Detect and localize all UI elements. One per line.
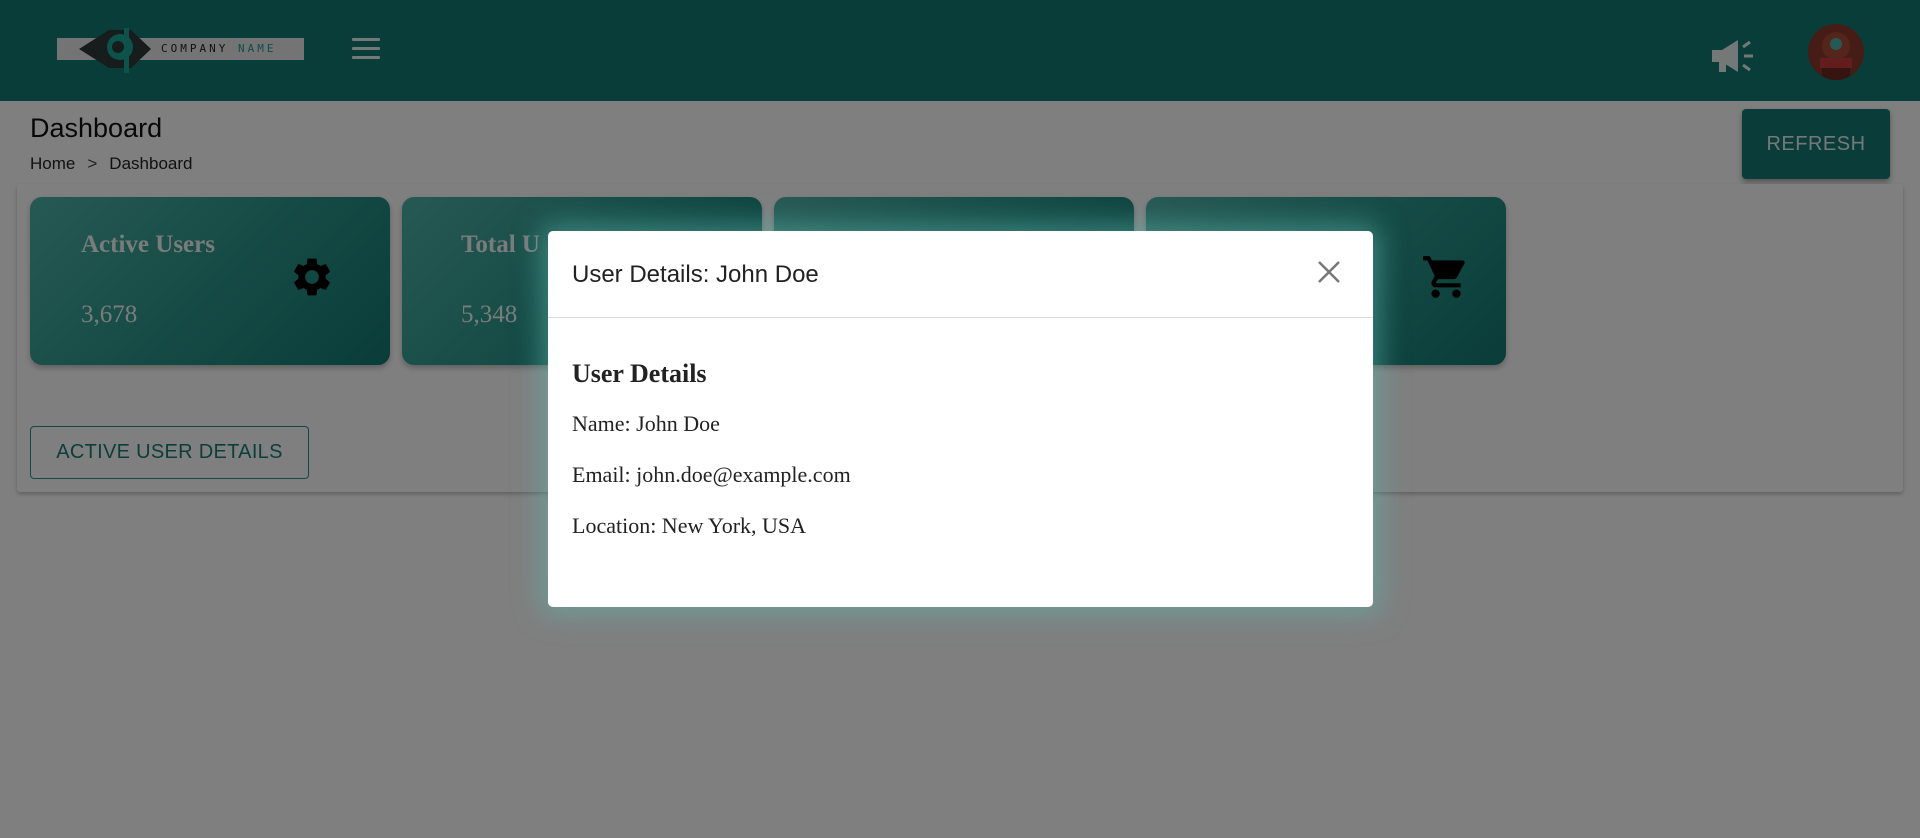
user-email-line: Email: john.doe@example.com [572,462,851,487]
user-details-modal: User Details: John Doe User Details Name… [548,231,1373,607]
modal-header: User Details: John Doe [548,231,1373,318]
close-icon[interactable] [1314,257,1344,287]
modal-section-heading: User Details [572,359,707,388]
user-location-line: Location: New York, USA [572,513,807,538]
user-name-line: Name: John Doe [572,411,720,436]
modal-title: User Details: John Doe [572,261,819,288]
